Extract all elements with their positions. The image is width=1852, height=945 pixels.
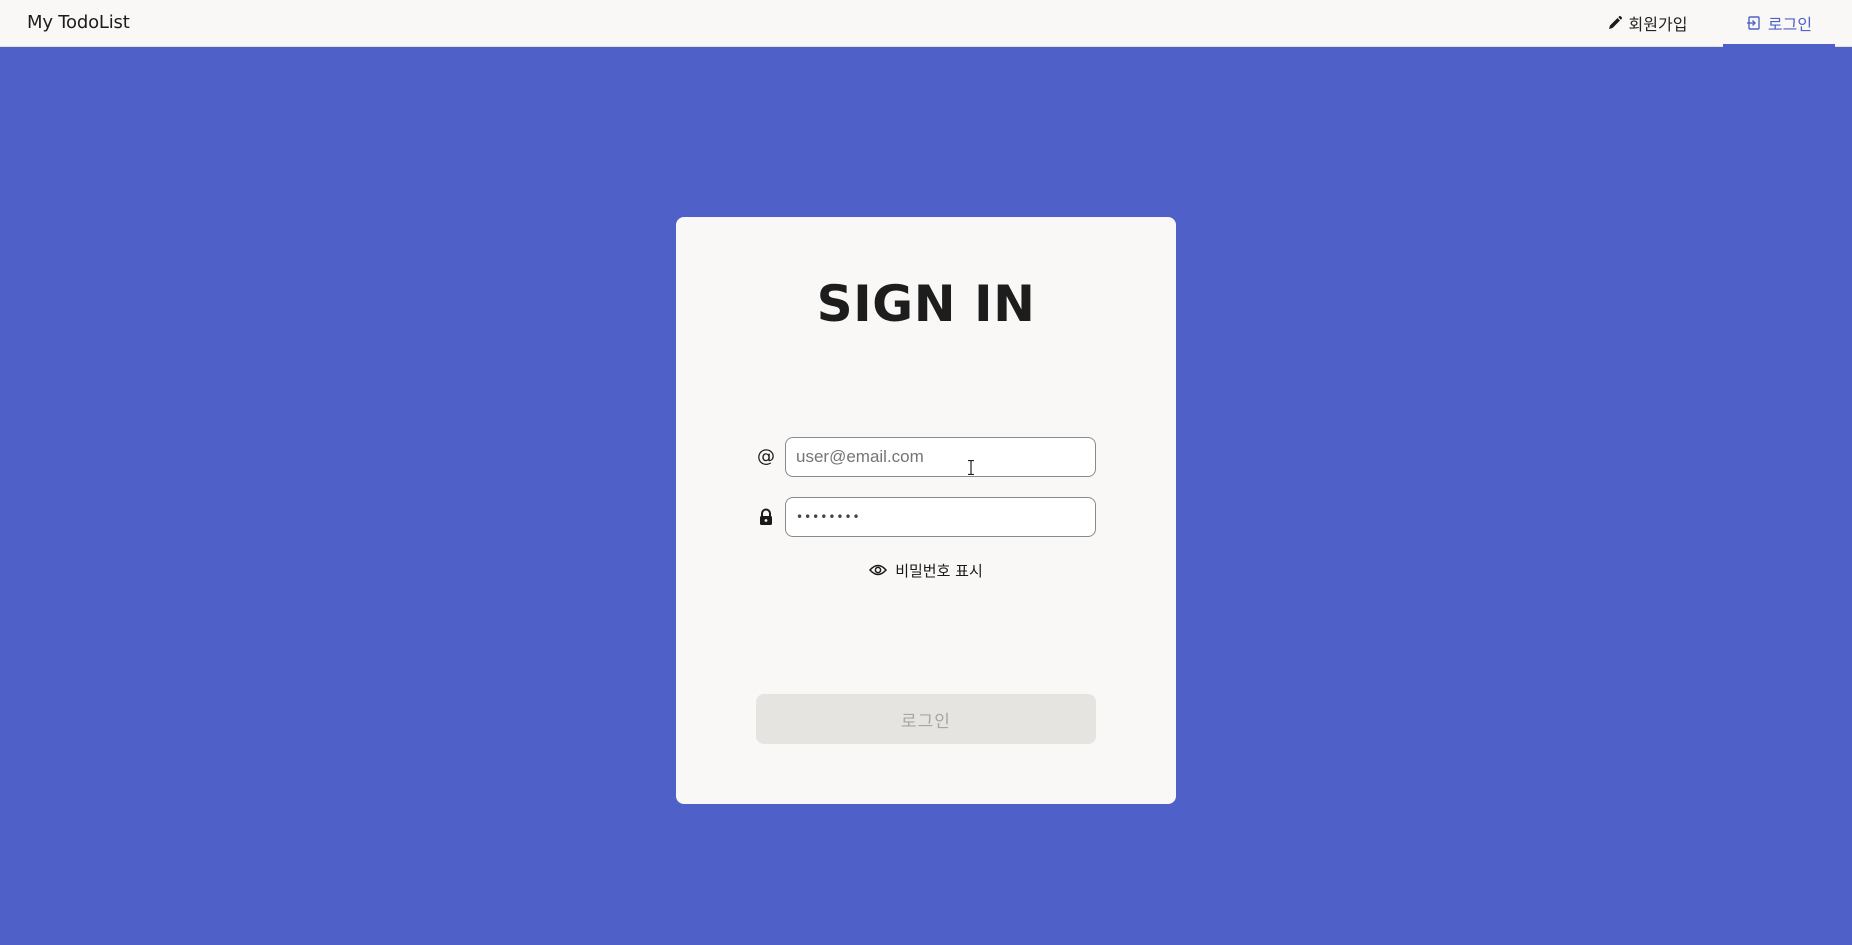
navbar: My TodoList 회원가입 로그인 [0, 0, 1852, 47]
nav-login[interactable]: 로그인 [1723, 0, 1835, 47]
show-password-toggle[interactable]: 비밀번호 표시 [676, 559, 1176, 581]
nav-login-label: 로그인 [1767, 15, 1813, 34]
brand-logo[interactable]: My TodoList [27, 0, 130, 45]
password-field[interactable] [785, 497, 1096, 537]
nav-signup-label: 회원가입 [1628, 15, 1688, 34]
lock-icon [756, 507, 776, 527]
nav-signup[interactable]: 회원가입 [1597, 0, 1697, 46]
at-icon: @ [756, 447, 776, 467]
signin-card: SIGN IN @ •••••••• 비밀번호 표시 로그인 [676, 217, 1176, 804]
page-title: SIGN IN [816, 275, 1036, 333]
eye-icon [869, 563, 888, 577]
pencil-icon [1607, 15, 1623, 31]
login-button[interactable]: 로그인 [756, 694, 1096, 744]
password-row: •••••••• [756, 497, 1096, 537]
login-icon [1746, 15, 1762, 31]
at-symbol: @ [757, 446, 775, 467]
email-row: @ [756, 437, 1096, 477]
show-password-label: 비밀번호 표시 [895, 561, 983, 580]
email-field[interactable] [785, 437, 1096, 477]
